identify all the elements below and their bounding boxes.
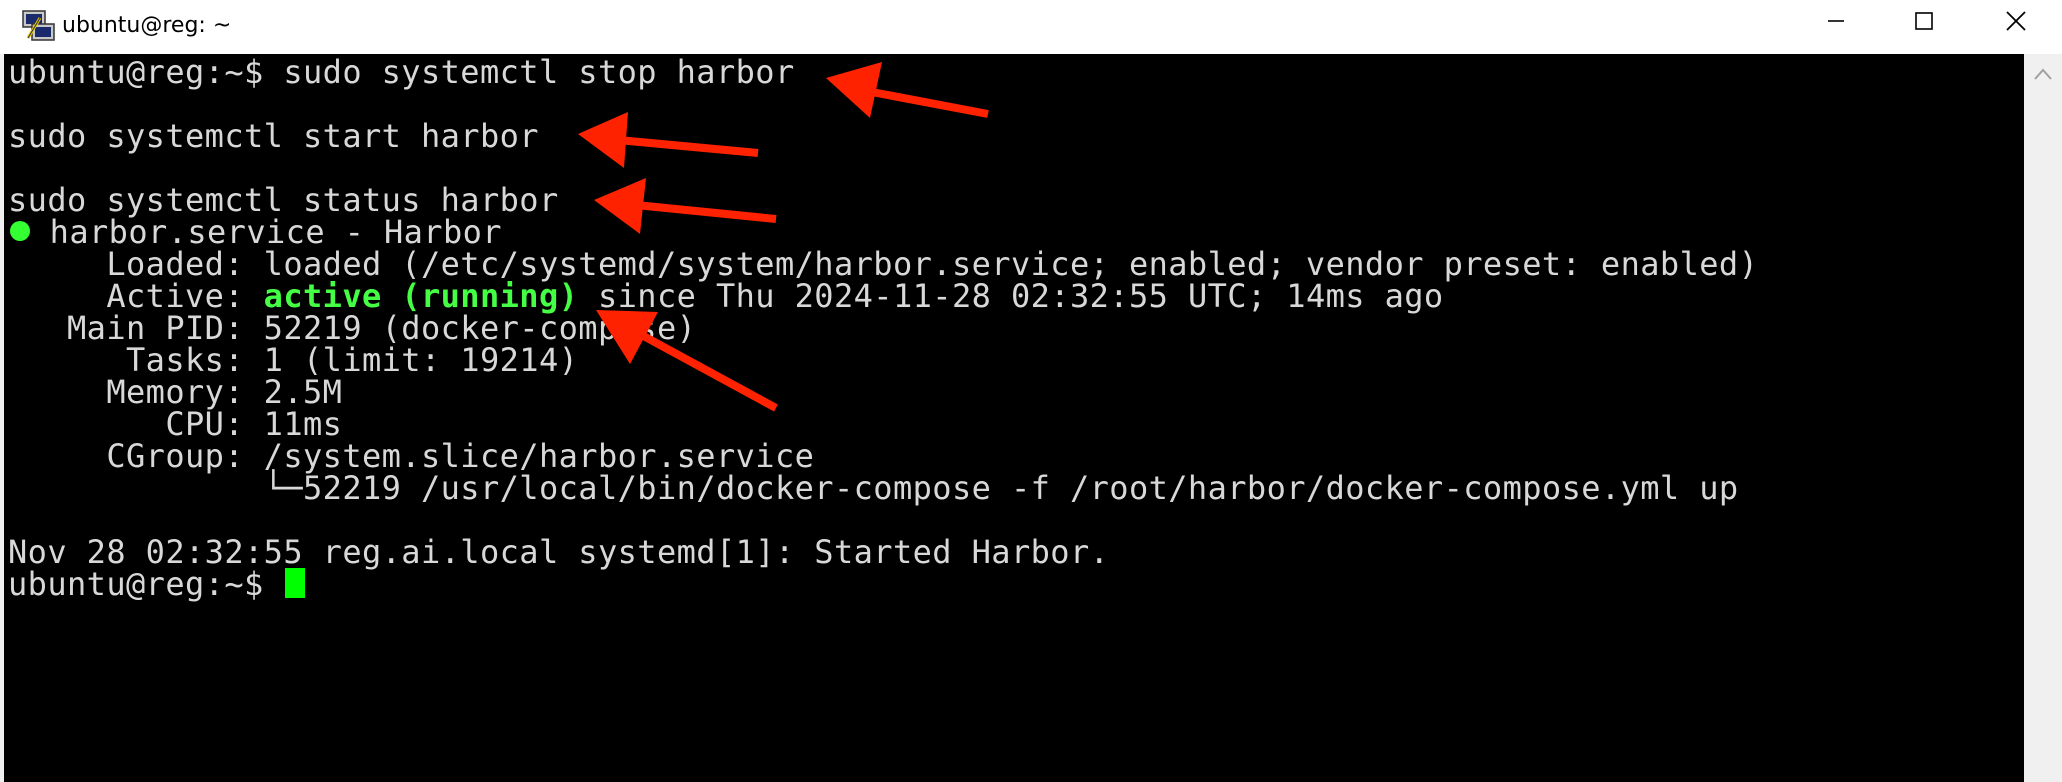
- terminal-line: sudo systemctl start harbor: [8, 117, 539, 155]
- terminal-line: Tasks: 1 (limit: 19214): [8, 341, 579, 379]
- terminal-window: ubuntu@reg: ~ ubuntu@reg:~$ sudo systemc…: [0, 0, 2062, 782]
- terminal-line: ubuntu@reg:~$ sudo systemctl stop harbor: [8, 54, 795, 91]
- active-status-line: Active: active (running) since Thu 2024-…: [8, 280, 1444, 312]
- terminal-line: CPU: 11ms: [8, 405, 343, 443]
- active-since: since Thu 2024-11-28 02:32:55 UTC; 14ms …: [578, 277, 1444, 315]
- putty-app-icon[interactable]: [20, 8, 56, 44]
- scroll-up-arrow-icon[interactable]: [2033, 66, 2053, 80]
- maximize-icon: [1914, 11, 1934, 35]
- terminal-line: Nov 28 02:32:55 reg.ai.local systemd[1]:…: [8, 533, 1110, 571]
- service-status-line: harbor.service - Harbor: [8, 216, 502, 248]
- terminal-line: Main PID: 52219 (docker-compose): [8, 309, 697, 347]
- terminal-line: sudo systemctl status harbor: [8, 181, 559, 219]
- close-icon: [2005, 10, 2027, 36]
- terminal-output[interactable]: ubuntu@reg:~$ sudo systemctl stop harbor…: [4, 54, 2024, 782]
- vertical-scrollbar[interactable]: [2024, 54, 2062, 782]
- minimize-icon: [1826, 11, 1846, 35]
- window-title: ubuntu@reg: ~: [62, 13, 232, 38]
- terminal-cursor: [285, 568, 306, 598]
- shell-prompt: ubuntu@reg:~$: [8, 565, 284, 603]
- title-bar[interactable]: ubuntu@reg: ~: [0, 0, 2062, 54]
- status-dot-icon: [10, 221, 30, 241]
- terminal-line: CGroup: /system.slice/harbor.service: [8, 437, 815, 475]
- prompt-line[interactable]: ubuntu@reg:~$: [8, 565, 306, 603]
- terminal-line: └─52219 /usr/local/bin/docker-compose -f…: [8, 469, 1739, 507]
- minimize-button[interactable]: [1790, 0, 1882, 46]
- maximize-button[interactable]: [1878, 0, 1970, 46]
- close-button[interactable]: [1970, 0, 2062, 46]
- terminal-line: Memory: 2.5M: [8, 373, 343, 411]
- terminal-line: Loaded: loaded (/etc/systemd/system/harb…: [8, 245, 1759, 283]
